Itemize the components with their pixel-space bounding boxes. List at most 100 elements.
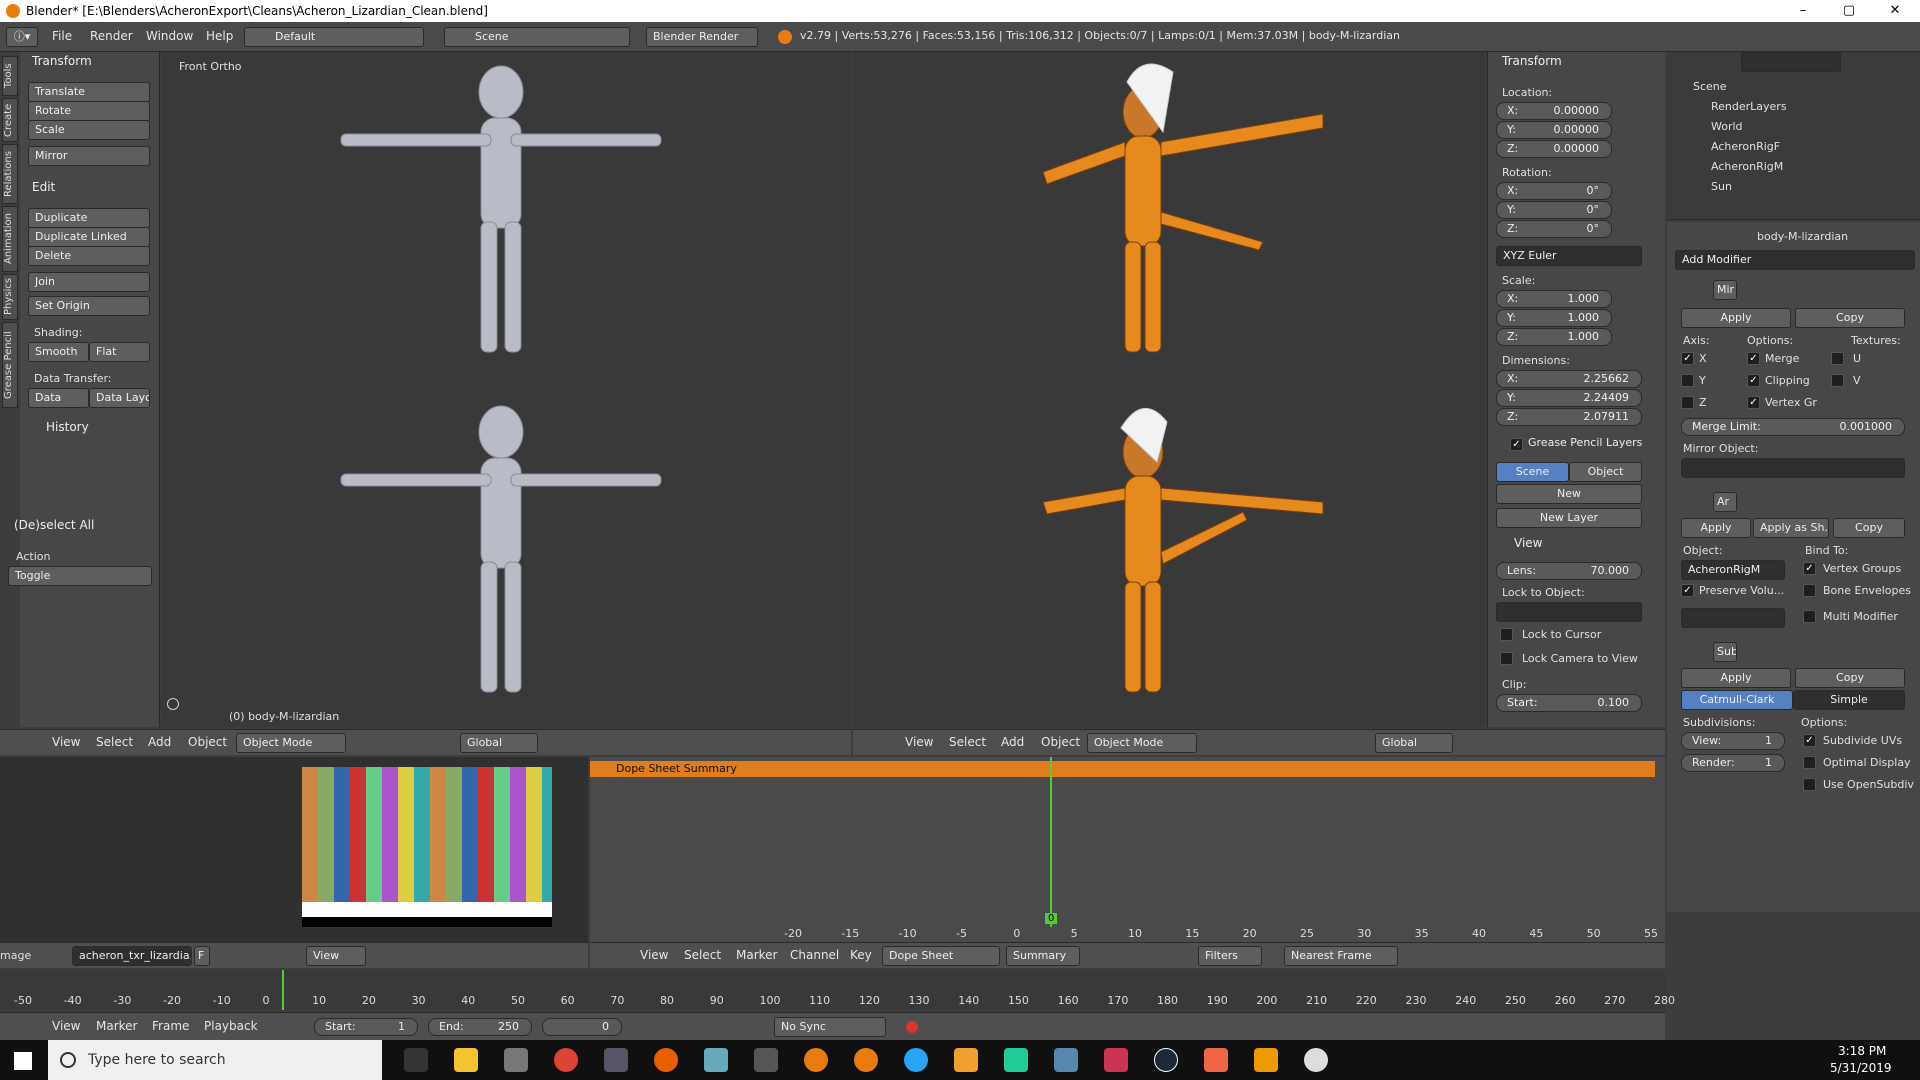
blender-task-icon[interactable] xyxy=(804,1048,828,1072)
set-origin-dropdown[interactable]: Set Origin xyxy=(28,296,150,316)
outliner-item-renderlayers[interactable]: RenderLayers xyxy=(1711,100,1787,113)
optimal-display-checkbox[interactable] xyxy=(1803,756,1816,769)
current-frame-field[interactable]: 0 xyxy=(542,1018,622,1036)
rotation-x-field[interactable]: X: 0° xyxy=(1496,182,1612,200)
outliner-item-sun[interactable]: Sun xyxy=(1711,180,1732,193)
app-icon-8[interactable] xyxy=(1254,1048,1278,1072)
view-menu[interactable]: View xyxy=(52,735,80,749)
app-icon-3[interactable] xyxy=(954,1048,978,1072)
gp-new-layer-button[interactable]: New Layer xyxy=(1496,508,1642,528)
scene-selector[interactable]: Scene xyxy=(444,27,630,47)
location-y-field[interactable]: Y: 0.00000 xyxy=(1496,121,1612,139)
steam-icon[interactable] xyxy=(1154,1048,1178,1072)
rotation-y-field[interactable]: Y: 0° xyxy=(1496,201,1612,219)
armature-vgroup-field[interactable] xyxy=(1681,608,1785,628)
mirror-object-field[interactable] xyxy=(1681,458,1905,478)
scale-button[interactable]: Scale xyxy=(28,120,150,140)
subsurf-apply-button[interactable]: Apply xyxy=(1681,668,1791,688)
subsurf-view-field[interactable]: View: 1 xyxy=(1681,732,1785,750)
ds-marker-menu[interactable]: Marker xyxy=(736,948,777,962)
editor-type-icon[interactable]: ⓘ▾ xyxy=(6,27,38,47)
outliner-item-scene[interactable]: Scene xyxy=(1693,80,1727,93)
gp-object-button[interactable]: Object xyxy=(1569,462,1642,482)
select-menu[interactable]: Select xyxy=(96,735,133,749)
app-icon-9[interactable] xyxy=(1304,1048,1328,1072)
tab-animation[interactable]: Animation xyxy=(2,206,18,272)
menu-file[interactable]: File xyxy=(52,29,72,43)
merge-limit-field[interactable]: Merge Limit: 0.001000 xyxy=(1681,418,1905,436)
data-layout-button[interactable]: Data Layo xyxy=(89,388,150,408)
add-menu[interactable]: Add xyxy=(148,735,171,749)
dimensions-z-field[interactable]: Z: 2.07911 xyxy=(1496,408,1642,426)
outliner-item-world[interactable]: World xyxy=(1711,120,1743,133)
gp-new-button[interactable]: New xyxy=(1496,484,1642,504)
outliner-search[interactable] xyxy=(1741,52,1841,72)
armature-apply-button[interactable]: Apply xyxy=(1681,518,1751,538)
tl-marker-menu[interactable]: Marker xyxy=(96,1019,137,1033)
chrome-icon[interactable] xyxy=(554,1048,578,1072)
dimensions-y-field[interactable]: Y: 2.24409 xyxy=(1496,389,1642,407)
mode-dropdown-right[interactable]: Object Mode xyxy=(1087,733,1197,753)
app-icon-7[interactable] xyxy=(1204,1048,1228,1072)
render-engine-selector[interactable]: Blender Render xyxy=(646,27,758,47)
gp-layers-checkbox[interactable]: ✓ xyxy=(1510,438,1523,451)
armature-modifier-name[interactable]: Ar xyxy=(1713,492,1737,512)
app-icon-5[interactable] xyxy=(1054,1048,1078,1072)
duplicate-linked-button[interactable]: Duplicate Linked xyxy=(28,227,150,247)
game-icon[interactable] xyxy=(604,1048,628,1072)
armature-copy-button[interactable]: Copy xyxy=(1833,518,1905,538)
ds-channel-menu[interactable]: Channel xyxy=(790,948,839,962)
subsurf-copy-button[interactable]: Copy xyxy=(1795,668,1905,688)
texture-u-checkbox[interactable] xyxy=(1831,352,1844,365)
lock-object-field[interactable] xyxy=(1496,602,1642,622)
add-modifier-dropdown[interactable]: Add Modifier xyxy=(1675,250,1915,270)
mail-icon[interactable] xyxy=(504,1048,528,1072)
close-button[interactable]: ✕ xyxy=(1872,0,1918,22)
maximize-button[interactable]: ▢ xyxy=(1826,0,1872,22)
bone-envelopes-checkbox[interactable] xyxy=(1803,584,1816,597)
n-view-header[interactable]: View xyxy=(1514,536,1542,550)
lock-camera-checkbox[interactable] xyxy=(1500,652,1513,665)
mirror-apply-button[interactable]: Apply xyxy=(1681,308,1791,328)
tab-create[interactable]: Create xyxy=(2,98,18,142)
history-panel-header[interactable]: History xyxy=(46,420,89,434)
orientation-dropdown[interactable]: Global xyxy=(460,733,538,753)
dopesheet[interactable]: Dope Sheet Summary 0 -20 -15 -10 -5 0 5 10 15 20… xyxy=(590,757,1665,942)
flat-button[interactable]: Flat xyxy=(89,342,150,362)
ds-filters-button[interactable]: Filters xyxy=(1198,946,1262,966)
mirror-button[interactable]: Mirror xyxy=(28,146,150,166)
transform-panel-header[interactable]: Transform xyxy=(32,54,92,68)
mirror-z-checkbox[interactable] xyxy=(1681,396,1694,409)
vertex-groups-checkbox[interactable]: ✓ xyxy=(1747,396,1760,409)
tl-frame-menu[interactable]: Frame xyxy=(152,1019,189,1033)
layout-selector[interactable]: Default xyxy=(244,27,424,47)
image-name-field[interactable]: acheron_txr_lizardia... xyxy=(72,946,192,966)
dimensions-x-field[interactable]: X: 2.25662 xyxy=(1496,370,1642,388)
app-icon-6[interactable] xyxy=(1104,1048,1128,1072)
mirror-y-checkbox[interactable] xyxy=(1681,374,1694,387)
catmull-clark-button[interactable]: Catmull-Clark xyxy=(1681,690,1793,710)
opensubdiv-checkbox[interactable] xyxy=(1803,778,1816,791)
subdivide-uvs-checkbox[interactable]: ✓ xyxy=(1803,734,1816,747)
translate-button[interactable]: Translate xyxy=(28,82,150,102)
windows-start-icon[interactable] xyxy=(14,1052,32,1070)
subsurf-modifier-name[interactable]: Sub xyxy=(1713,642,1737,662)
object-menu-right[interactable]: Object xyxy=(1041,735,1080,749)
lens-field[interactable]: Lens: 70.000 xyxy=(1496,562,1642,580)
tl-view-menu[interactable]: View xyxy=(52,1019,80,1033)
data-button[interactable]: Data xyxy=(28,388,89,408)
rotation-z-field[interactable]: Z: 0° xyxy=(1496,220,1612,238)
image-editor[interactable] xyxy=(0,757,588,942)
location-x-field[interactable]: X: 0.00000 xyxy=(1496,102,1612,120)
scale-x-field[interactable]: X: 1.000 xyxy=(1496,290,1612,308)
clipping-checkbox[interactable]: ✓ xyxy=(1747,374,1760,387)
view-menu-right[interactable]: View xyxy=(905,735,933,749)
merge-checkbox[interactable]: ✓ xyxy=(1747,352,1760,365)
gp-layers-header[interactable]: Grease Pencil Layers xyxy=(1528,436,1642,449)
edit-panel-header[interactable]: Edit xyxy=(32,180,55,194)
subsurf-render-field[interactable]: Render: 1 xyxy=(1681,754,1785,772)
timeline[interactable]: -50 -40 -30 -20 -10 0 10 20 30 40 50 60 70 80 90 100 110… xyxy=(0,970,1675,1010)
scale-y-field[interactable]: Y: 1.000 xyxy=(1496,309,1612,327)
app-icon-4[interactable] xyxy=(1004,1048,1028,1072)
vertex-groups-bind-checkbox[interactable]: ✓ xyxy=(1803,562,1816,575)
